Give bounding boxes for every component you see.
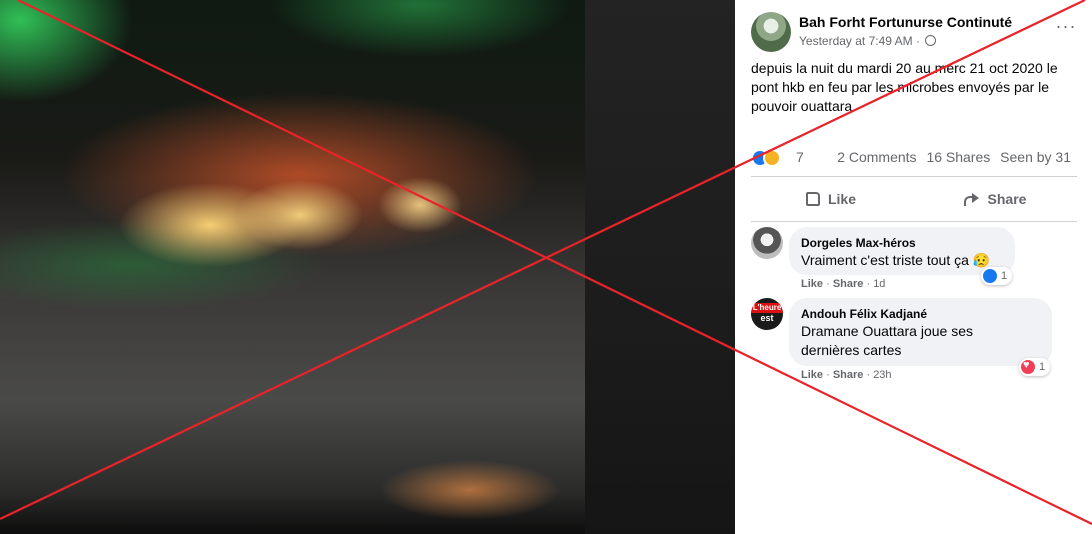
commenter-avatar[interactable] (751, 227, 783, 259)
post-meta: Yesterday at 7:49 AM · (799, 34, 937, 48)
seen-by[interactable]: Seen by 31 (1000, 149, 1071, 165)
comment-actions: Like · Share · 23h (801, 369, 892, 381)
author-avatar[interactable] (751, 12, 791, 52)
commenter-avatar[interactable]: L'heure est (751, 298, 783, 330)
divider (751, 221, 1077, 222)
comment-bubble: Dorgeles Max-héros Vraiment c'est triste… (789, 227, 1015, 275)
comment-share-link[interactable]: Share (833, 369, 864, 381)
commenter-name[interactable]: Andouh Félix Kadjané (801, 306, 1040, 322)
comment-like-link[interactable]: Like (801, 278, 823, 290)
thumbs-up-icon (805, 192, 820, 206)
comment-share-link[interactable]: Share (833, 278, 864, 290)
heart-reaction-icon (1021, 359, 1035, 374)
meta-separator: · (915, 34, 920, 48)
video-frame (0, 0, 585, 534)
like-label: Like (827, 191, 856, 207)
separator: · (866, 278, 871, 290)
separator: · (866, 369, 871, 381)
comment-text: Dramane Ouattara joue ses dernières cart… (801, 323, 973, 358)
reaction-icons[interactable] (751, 148, 781, 167)
comment-text: Vraiment c'est triste tout ça 😥 (801, 252, 991, 268)
comment-reaction[interactable]: 1 (981, 267, 1013, 285)
author-name[interactable]: Bah Forht Fortunurse Continuté (799, 14, 1012, 30)
post-stats: 2 Comments 16 Shares Seen by 31 (831, 149, 1071, 165)
sad-reaction-icon (763, 149, 781, 167)
like-button[interactable]: Like (751, 180, 911, 218)
post-header: Bah Forht Fortunurse Continuté Yesterday… (751, 12, 1081, 52)
share-button[interactable]: Share (915, 180, 1075, 218)
comment-like-link[interactable]: Like (801, 369, 823, 381)
post-sidebar: Bah Forht Fortunurse Continuté Yesterday… (735, 0, 1092, 534)
comment-reaction[interactable]: 1 (1019, 358, 1051, 376)
reactions-bar: 7 2 Comments 16 Shares Seen by 31 (751, 148, 1081, 168)
reaction-count[interactable]: 7 (796, 149, 804, 165)
comments-count[interactable]: 2 Comments (837, 149, 916, 165)
comment-reaction-count: 1 (1039, 361, 1046, 373)
like-reaction-icon (983, 269, 997, 283)
comment-bubble: Andouh Félix Kadjané Dramane Ouattara jo… (789, 298, 1052, 366)
separator: · (826, 278, 830, 290)
comment: L'heure est Andouh Félix Kadjané Dramane… (751, 298, 1081, 388)
avatar-logo-text: L'heure (751, 303, 783, 313)
post-video[interactable] (0, 0, 735, 534)
comment-age[interactable]: 23h (873, 369, 891, 381)
comment-reaction-count: 1 (1001, 270, 1008, 282)
commenter-name[interactable]: Dorgeles Max-héros (801, 235, 1003, 251)
comment-age[interactable]: 1d (873, 278, 885, 290)
share-arrow-icon (963, 193, 980, 206)
post-timestamp[interactable]: Yesterday at 7:49 AM (799, 34, 913, 48)
post-text: depuis la nuit du mardi 20 au merc 21 oc… (751, 60, 1058, 114)
share-label: Share (987, 191, 1027, 207)
more-options-button[interactable]: ··· (1051, 14, 1081, 44)
globe-icon (925, 35, 937, 46)
video-letterbox (585, 0, 735, 534)
separator: · (826, 369, 830, 381)
comment-actions: Like · Share · 1d (801, 278, 885, 290)
comment: Dorgeles Max-héros Vraiment c'est triste… (751, 227, 1081, 295)
avatar-logo-text: est (760, 313, 774, 323)
shares-count[interactable]: 16 Shares (926, 149, 990, 165)
divider (751, 176, 1077, 177)
